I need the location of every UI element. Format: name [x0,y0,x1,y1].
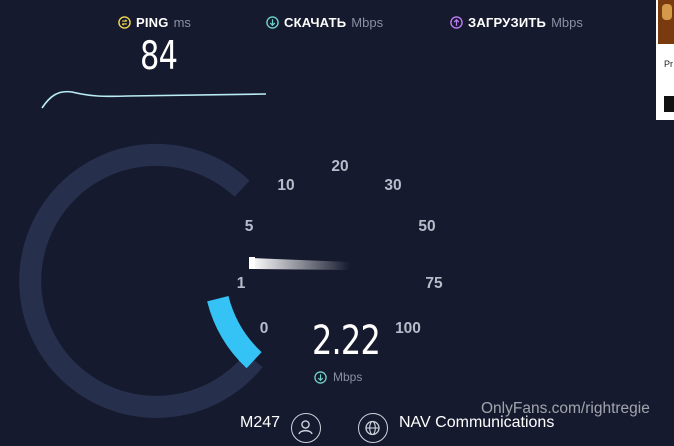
scale-label-75: 75 [425,275,443,292]
scale-label-100: 100 [395,320,421,337]
watermark-text: OnlyFans.com/rightregie [481,400,650,417]
scale-label-5: 5 [245,218,254,235]
user-icon[interactable] [291,413,321,443]
isp-name: M247 [240,414,281,431]
gauge-unit: Mbps [333,370,363,384]
gauge-needle-base [249,257,255,269]
globe-glyph [365,420,380,436]
ad-text: Pr [664,59,673,69]
download-arrow-icon [314,370,327,384]
ad-thumbnail [664,96,674,112]
gauge-needle [251,258,350,270]
gauge-fill [207,295,262,369]
globe-icon[interactable] [358,413,388,443]
ad-panel[interactable]: Pr [656,0,674,120]
scale-label-50: 50 [418,218,435,235]
scale-label-20: 20 [331,158,348,175]
ad-image [658,0,674,44]
gauge-speed-value: 2.22 [312,318,381,364]
scale-label-10: 10 [277,177,294,194]
scale-label-0: 0 [260,320,269,337]
gauge-unit-row: Mbps [314,370,362,384]
scale-label-30: 30 [384,177,401,194]
user-glyph [298,420,313,435]
scale-label-1: 1 [237,275,246,292]
gauge-track [19,143,263,418]
